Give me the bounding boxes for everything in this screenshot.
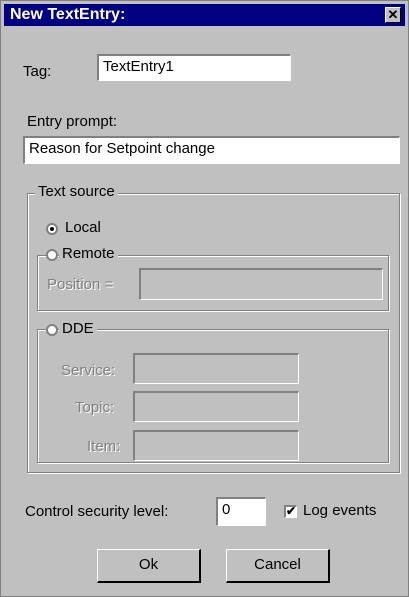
topic-label: Topic: (75, 399, 115, 416)
dde-radio[interactable] (46, 324, 58, 336)
remote-radio[interactable] (46, 249, 58, 261)
service-label: Service: (61, 362, 116, 379)
window-title: New TextEntry: (10, 6, 126, 23)
security-level-input[interactable]: 0 (216, 497, 266, 526)
item-label: Item: (87, 438, 121, 455)
log-events-label[interactable]: Log events (303, 502, 376, 519)
entry-prompt-input[interactable]: Reason for Setpoint change (23, 136, 400, 164)
tag-input[interactable]: TextEntry1 (97, 54, 291, 81)
cancel-button[interactable]: Cancel (226, 549, 330, 583)
security-level-label: Control security level: (25, 503, 169, 520)
local-label[interactable]: Local (65, 219, 101, 236)
entry-prompt-label: Entry prompt: (27, 113, 118, 130)
topic-input[interactable] (133, 391, 299, 422)
new-textentry-dialog: New TextEntry: ✕ Tag: TextEntry1 Entry p… (0, 0, 409, 597)
text-source-title: Text source (35, 183, 118, 200)
ok-button[interactable]: Ok (97, 549, 201, 583)
dde-label[interactable]: DDE (59, 320, 97, 337)
tag-label: Tag: (23, 63, 52, 80)
close-button[interactable]: ✕ (385, 7, 401, 23)
position-input[interactable] (139, 268, 383, 300)
log-events-checkbox[interactable]: ✔ (284, 505, 297, 518)
close-icon: ✕ (387, 7, 399, 22)
service-input[interactable] (133, 353, 299, 384)
local-radio[interactable] (46, 223, 58, 235)
remote-label[interactable]: Remote (59, 245, 118, 262)
position-label: Position = (47, 276, 114, 293)
checkmark-icon: ✔ (286, 504, 297, 518)
item-input[interactable] (133, 430, 299, 461)
title-bar[interactable]: New TextEntry: ✕ (4, 4, 405, 26)
